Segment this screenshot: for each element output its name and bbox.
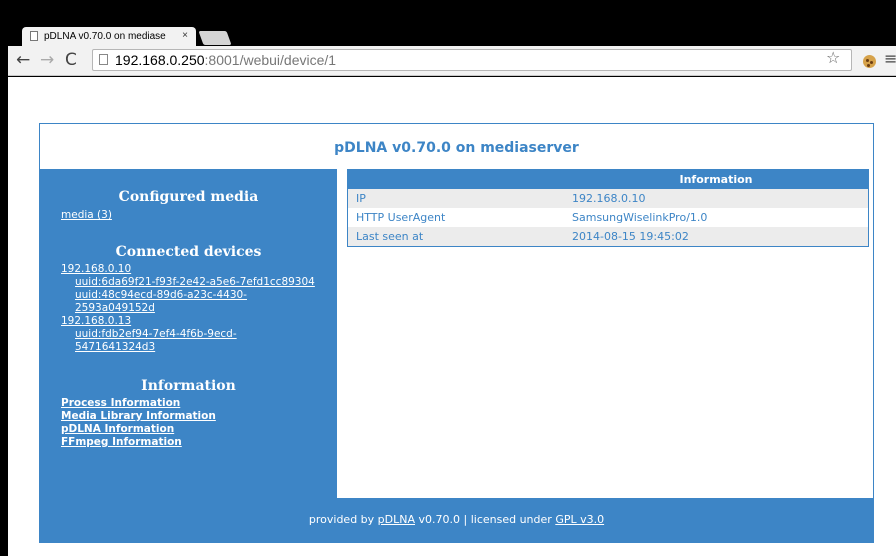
connected-devices-heading: Connected devices (115, 244, 262, 260)
page-viewport: pDLNA v0.70.0 on mediaserver Configured … (8, 77, 896, 556)
pdlna-link[interactable]: pDLNA (378, 513, 415, 526)
reload-icon[interactable]: C (65, 50, 77, 70)
device-uuid-link[interactable]: uuid:fdb2ef94-7ef4-4f6b-9ecd-5471641324d… (75, 328, 315, 354)
device-uuid-link[interactable]: uuid:6da69f21-f93f-2e42-a5e6-7efd1cc8930… (75, 276, 315, 289)
bookmark-star-icon[interactable]: ☆ (826, 48, 840, 67)
table-row: Last seen at 2014-08-15 19:45:02 (347, 227, 869, 247)
ffmpeg-information-link[interactable]: FFmpeg Information (61, 436, 337, 449)
address-bar[interactable]: 192.168.0.250:8001/webui/device/1 (92, 49, 852, 71)
license-link[interactable]: GPL v3.0 (555, 513, 604, 526)
information-heading: Information (141, 378, 236, 394)
row-label: IP (347, 189, 564, 208)
page-icon (99, 54, 108, 65)
table-header-cell: Information (564, 169, 869, 189)
page-title: pDLNA v0.70.0 on mediaserver (334, 140, 579, 156)
table-header-cell (347, 169, 564, 189)
device-uuid-link[interactable]: uuid:48c94ecd-89d6-a23c-4430-2593a049152… (75, 289, 315, 315)
device-ip-link[interactable]: 192.168.0.13 (61, 315, 337, 328)
device-list: 192.168.0.10 uuid:6da69f21-f93f-2e42-a5e… (40, 263, 337, 354)
forward-icon[interactable]: → (40, 50, 54, 70)
row-label: HTTP UserAgent (347, 208, 564, 227)
row-value: 192.168.0.10 (564, 189, 869, 208)
footer: provided by pDLNA v0.70.0 | licensed und… (40, 498, 873, 543)
row-label: Last seen at (347, 227, 564, 247)
new-tab-button[interactable] (198, 31, 232, 45)
process-information-link[interactable]: Process Information (61, 397, 337, 410)
configured-media-heading: Configured media (118, 189, 259, 205)
media-library-information-link[interactable]: Media Library Information (61, 410, 337, 423)
back-icon[interactable]: ← (16, 50, 30, 70)
media-link[interactable]: media (3) (61, 209, 337, 222)
device-info-table: Information IP 192.168.0.10 HTTP UserAge… (347, 169, 869, 247)
table-row: HTTP UserAgent SamsungWiselinkPro/1.0 (347, 208, 869, 227)
content-area: Information IP 192.168.0.10 HTTP UserAge… (347, 169, 869, 247)
cookie-extension-icon[interactable] (863, 55, 876, 68)
tab-strip: pDLNA v0.70.0 on mediase × (8, 0, 896, 46)
device-ip-link[interactable]: 192.168.0.10 (61, 263, 337, 276)
menu-icon[interactable]: ≡ (884, 49, 896, 68)
table-row: IP 192.168.0.10 (347, 189, 869, 208)
footer-prefix: provided by (308, 513, 375, 526)
page-frame: pDLNA v0.70.0 on mediaserver Configured … (39, 123, 874, 543)
browser-toolbar: ← → C 192.168.0.250:8001/webui/device/1 … (8, 46, 896, 76)
information-links: Process Information Media Library Inform… (40, 397, 337, 449)
pdlna-information-link[interactable]: pDLNA Information (61, 423, 337, 436)
sidebar: Configured media media (3) Connected dev… (40, 169, 337, 498)
tab-title: pDLNA v0.70.0 on mediase (44, 31, 166, 42)
footer-middle: v0.70.0 | licensed under (418, 513, 552, 526)
browser-tab[interactable]: pDLNA v0.70.0 on mediase × (22, 27, 196, 46)
row-value: SamsungWiselinkPro/1.0 (564, 208, 869, 227)
table-header-row: Information (347, 169, 869, 189)
url-host: 192.168.0.250 (115, 52, 205, 68)
close-icon[interactable]: × (182, 30, 188, 41)
page-icon (30, 31, 38, 41)
row-value: 2014-08-15 19:45:02 (564, 227, 869, 247)
url-path: :8001/webui/device/1 (204, 52, 337, 68)
